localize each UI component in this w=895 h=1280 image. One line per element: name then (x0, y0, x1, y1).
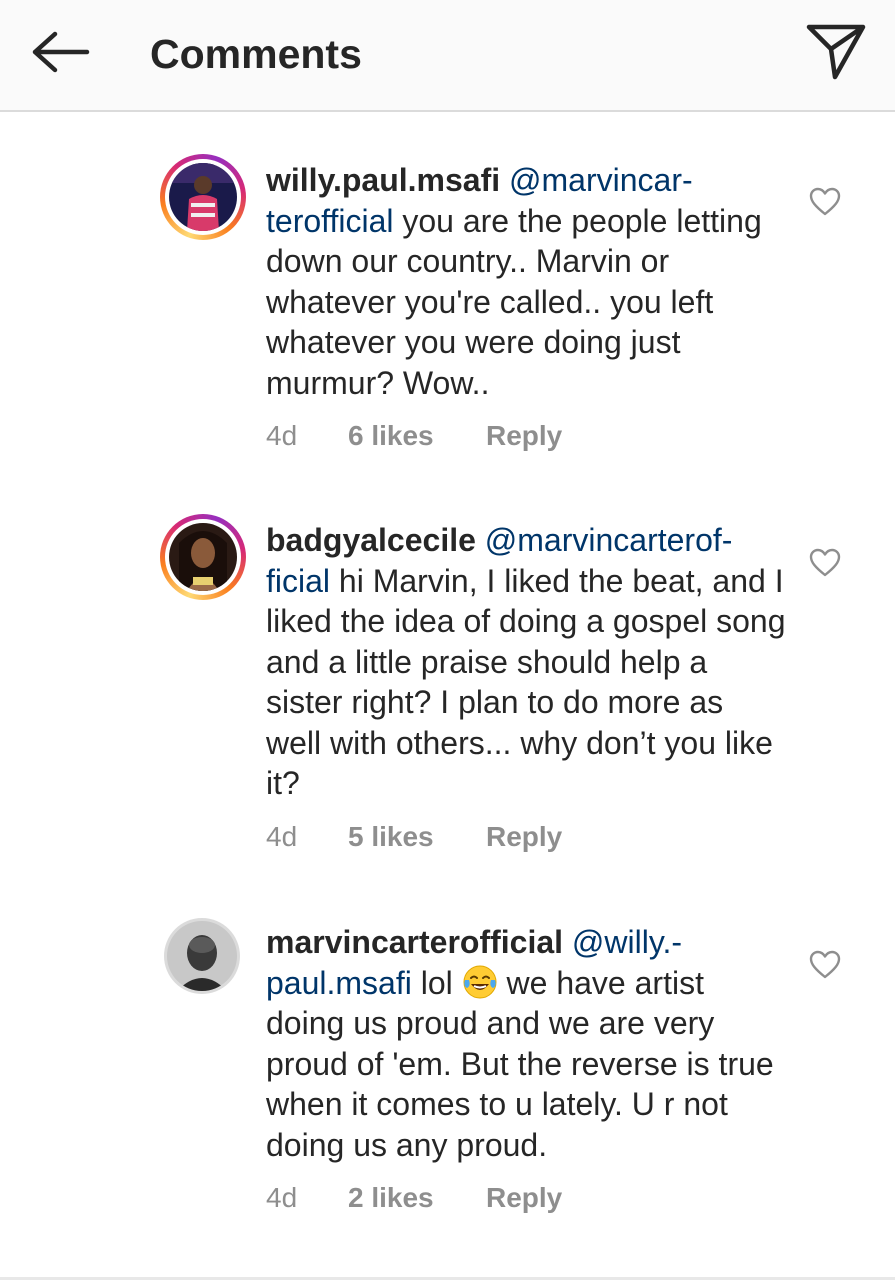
mention-link[interactable]: @marvincar- (509, 162, 693, 198)
heart-outline-icon[interactable] (806, 545, 844, 581)
avatar[interactable] (160, 514, 246, 600)
mention-link-cont[interactable]: ficial (266, 563, 330, 599)
mention-link[interactable]: @willy.- (572, 924, 682, 960)
comment-time: 4d (266, 420, 298, 451)
reply-button[interactable]: Reply (486, 821, 562, 853)
likes-count[interactable]: 5 likes (348, 821, 486, 853)
comment-meta: 4d 6 likes Reply (266, 418, 562, 454)
back-arrow-icon[interactable] (22, 20, 98, 84)
comment-text: badgyalcecile @marvincarterof- ficial hi… (266, 520, 786, 804)
comment-body-line-cont: we have artist (506, 964, 704, 1001)
comment-body-line: lol (420, 964, 453, 1001)
person-photo-icon (169, 163, 237, 231)
comment-body-line: hi Marvin, I liked the beat, (338, 562, 704, 599)
heart-outline-icon[interactable] (806, 184, 844, 220)
comment-meta: 4d 5 likes Reply (266, 819, 562, 855)
comment-body-rest: doing us proud and we are very proud of … (266, 1005, 774, 1163)
tears-of-joy-emoji-icon (462, 964, 498, 1000)
comment-time: 4d (266, 821, 298, 852)
heart-outline-icon[interactable] (806, 947, 844, 983)
person-photo-icon (167, 921, 237, 991)
person-photo-icon (169, 523, 237, 591)
paper-plane-icon[interactable] (801, 16, 871, 86)
comment-text: marvincarterofficial @willy.- paul.msafi… (266, 922, 786, 1165)
reply-button[interactable]: Reply (486, 1182, 562, 1214)
comment-text: willy.paul.msafi @marvincar- terofficial… (266, 160, 786, 403)
top-bar: Comments (0, 0, 895, 112)
comment-username[interactable]: marvincarterofficial (266, 924, 563, 960)
mention-link-cont[interactable]: terofficial (266, 203, 393, 239)
avatar[interactable] (164, 918, 240, 994)
mention-link-cont[interactable]: paul.msafi (266, 965, 412, 1001)
comment-meta: 4d 2 likes Reply (266, 1180, 562, 1216)
comment-body-line: you are the people (402, 202, 668, 239)
comment-time: 4d (266, 1182, 298, 1213)
likes-count[interactable]: 2 likes (348, 1182, 486, 1214)
mention-link[interactable]: @marvincarterof- (485, 522, 733, 558)
likes-count[interactable]: 6 likes (348, 420, 486, 452)
comment-username[interactable]: willy.paul.msafi (266, 162, 500, 198)
reply-button[interactable]: Reply (486, 420, 562, 452)
comment-username[interactable]: badgyalcecile (266, 522, 476, 558)
avatar[interactable] (160, 154, 246, 240)
page-title: Comments (150, 31, 362, 77)
